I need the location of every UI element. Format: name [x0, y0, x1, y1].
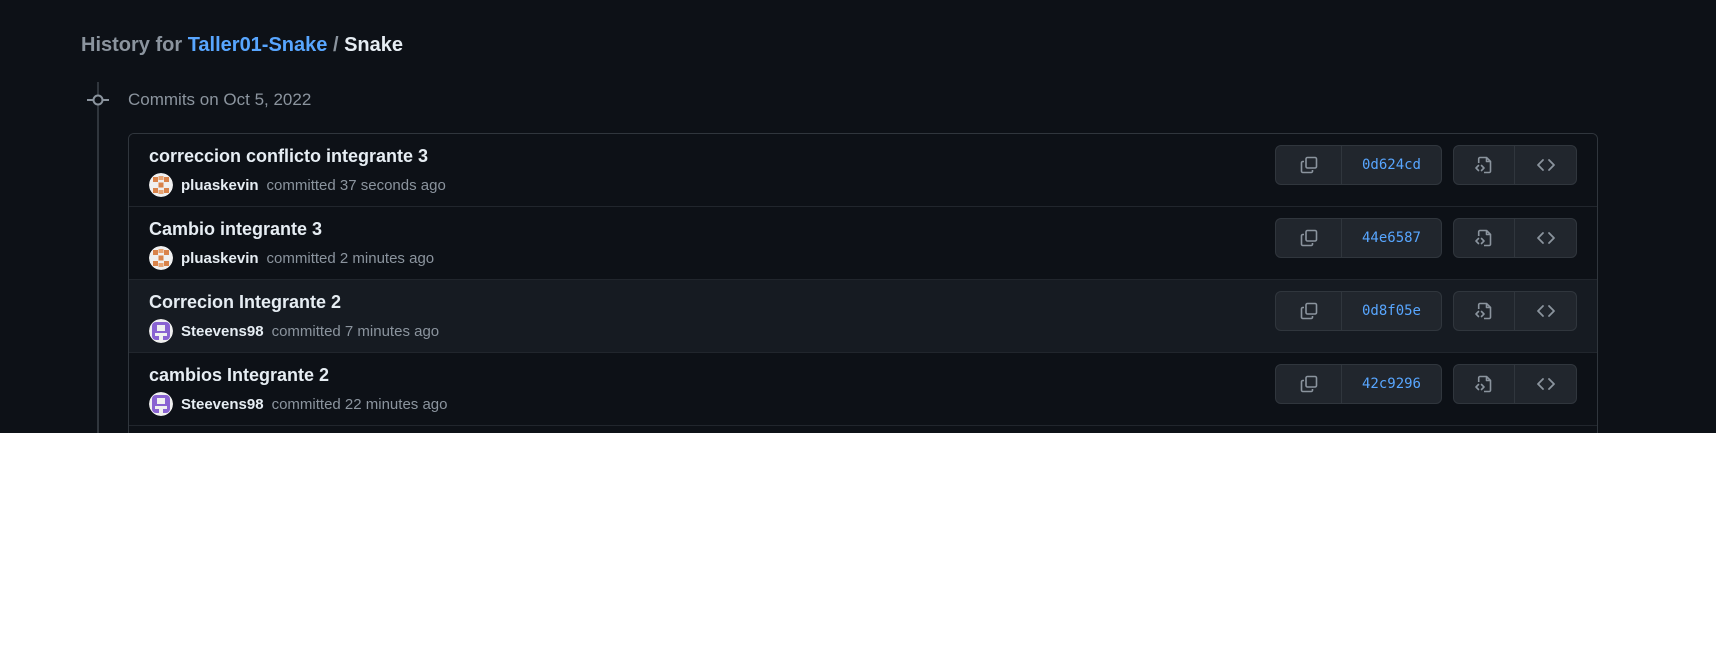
view-button-group [1453, 218, 1577, 258]
view-file-at-commit-button[interactable] [1454, 365, 1515, 403]
view-file-at-commit-button[interactable] [1454, 146, 1515, 184]
commit-meta: Steevens98 committed 7 minutes ago [149, 318, 439, 344]
commit-sha-link[interactable]: 42c9296 [1342, 365, 1441, 403]
copy-icon [1299, 374, 1319, 394]
commit-row: cambios Integrante 2 Steevens98 committe… [129, 353, 1597, 426]
copy-icon [1299, 301, 1319, 321]
author-link[interactable]: pluaskevin [181, 250, 259, 267]
history-page: History for Taller01-Snake / Snake Commi… [0, 0, 1716, 433]
sha-button-group: 0d8f05e [1275, 291, 1442, 331]
title-prefix: History for [81, 34, 183, 56]
commit-time: committed 37 seconds ago [266, 176, 446, 194]
copy-icon [1299, 228, 1319, 248]
commit-message-link[interactable]: Correcion Integrante 2 [149, 292, 341, 313]
avatar-orange[interactable] [149, 246, 173, 270]
sha-button-group: 44e6587 [1275, 218, 1442, 258]
commit-sha-link[interactable]: 0d624cd [1342, 146, 1441, 184]
browse-repo-at-commit-button[interactable] [1515, 219, 1576, 257]
commit-row: Correcion Integrante 2 Steevens98 commit… [129, 280, 1597, 353]
copy-sha-button[interactable] [1276, 365, 1342, 403]
copy-icon [1299, 155, 1319, 175]
git-commit-icon [87, 92, 109, 108]
view-file-at-commit-button[interactable] [1454, 292, 1515, 330]
copy-sha-button[interactable] [1276, 146, 1342, 184]
commit-sha-link[interactable]: 0d8f05e [1342, 292, 1441, 330]
avatar-purple[interactable] [149, 319, 173, 343]
browse-repo-at-commit-button[interactable] [1515, 292, 1576, 330]
commit-meta: pluaskevin committed 37 seconds ago [149, 172, 446, 198]
author-link[interactable]: Steevens98 [181, 323, 264, 340]
avatar-purple[interactable] [149, 392, 173, 416]
view-button-group [1453, 364, 1577, 404]
commit-sha-link[interactable]: 44e6587 [1342, 219, 1441, 257]
code-icon [1536, 374, 1556, 394]
commit-row: Cambio integrante 3 pluaskevin committed… [129, 207, 1597, 280]
commit-message-link[interactable]: Cambio integrante 3 [149, 219, 322, 240]
commit-time: committed 7 minutes ago [271, 322, 440, 340]
code-icon [1536, 155, 1556, 175]
file-code-icon [1474, 228, 1494, 248]
avatar-orange[interactable] [149, 173, 173, 197]
view-file-at-commit-button[interactable] [1454, 219, 1515, 257]
page-title: History for Taller01-Snake / Snake [81, 34, 403, 57]
author-link[interactable]: Steevens98 [181, 396, 264, 413]
sha-button-group: 42c9296 [1275, 364, 1442, 404]
view-button-group [1453, 291, 1577, 331]
timeline-line [97, 82, 99, 433]
code-icon [1536, 301, 1556, 321]
commits-date-heading: Commits on Oct 5, 2022 [128, 90, 312, 109]
browse-repo-at-commit-button[interactable] [1515, 365, 1576, 403]
author-link[interactable]: pluaskevin [181, 177, 259, 194]
commit-row: correccion conflicto integrante 3 pluask… [129, 134, 1597, 207]
copy-sha-button[interactable] [1276, 292, 1342, 330]
path-separator: / [332, 34, 339, 56]
file-code-icon [1474, 155, 1494, 175]
browse-repo-at-commit-button[interactable] [1515, 146, 1576, 184]
commit-message-link[interactable]: correccion conflicto integrante 3 [149, 146, 428, 167]
commit-time: committed 22 minutes ago [271, 395, 448, 413]
file-code-icon [1474, 301, 1494, 321]
copy-sha-button[interactable] [1276, 219, 1342, 257]
code-icon [1536, 228, 1556, 248]
view-button-group [1453, 145, 1577, 185]
commit-list: correccion conflicto integrante 3 pluask… [128, 133, 1598, 433]
repo-link[interactable]: Taller01-Snake [188, 34, 328, 56]
commit-time: committed 2 minutes ago [266, 249, 435, 267]
file-name: Snake [344, 34, 404, 56]
sha-button-group: 0d624cd [1275, 145, 1442, 185]
commit-meta: Steevens98 committed 22 minutes ago [149, 391, 447, 417]
commit-meta: pluaskevin committed 2 minutes ago [149, 245, 434, 271]
file-code-icon [1474, 374, 1494, 394]
commit-message-link[interactable]: cambios Integrante 2 [149, 365, 329, 386]
